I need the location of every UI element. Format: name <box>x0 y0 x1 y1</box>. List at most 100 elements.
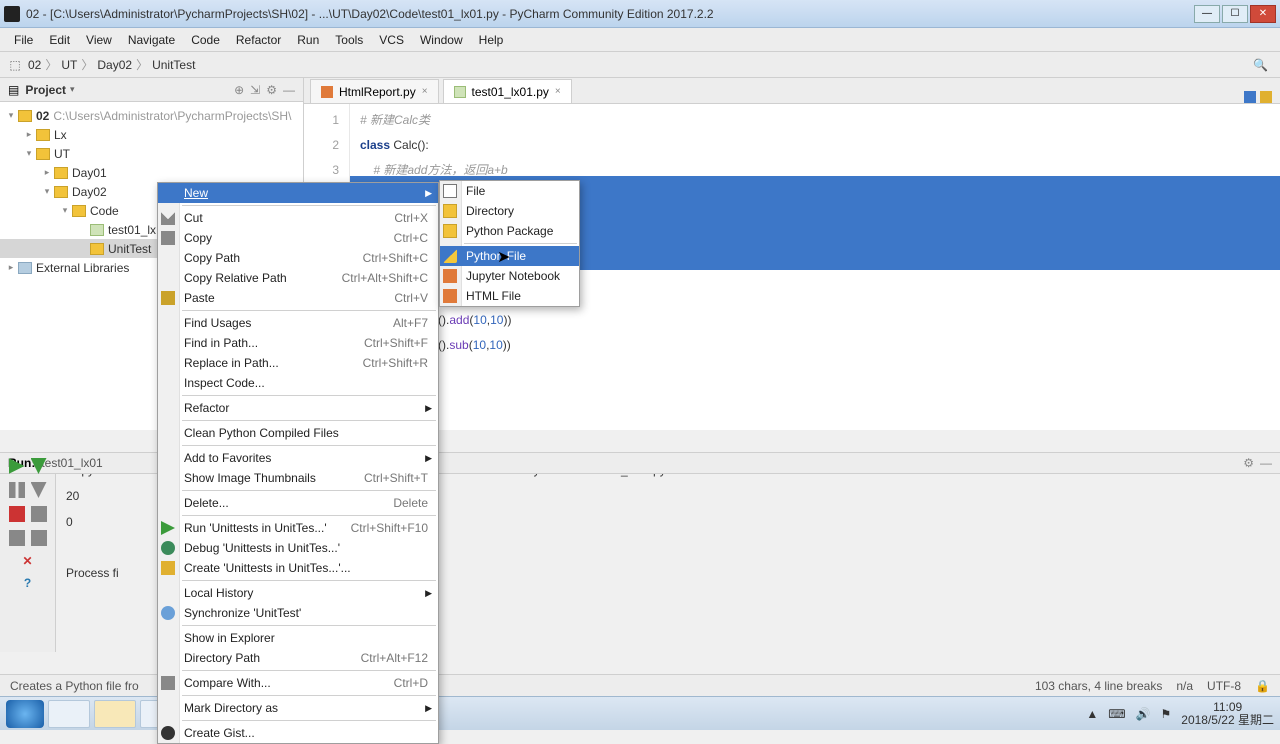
tree-day01[interactable]: Day01 <box>72 166 107 180</box>
gear-icon[interactable]: ⚙ <box>1243 456 1254 470</box>
yellow-icon[interactable] <box>1260 91 1272 103</box>
status-encoding[interactable]: UTF-8 <box>1207 679 1241 693</box>
menu-window[interactable]: Window <box>412 30 471 50</box>
target-icon[interactable]: ⊕ <box>234 83 244 97</box>
back-icon[interactable]: ⬚ <box>6 56 24 74</box>
ctx-replace-in-path[interactable]: Replace in Path...Ctrl+Shift+R <box>158 353 438 373</box>
clock[interactable]: 11:092018/5/22 星期二 <box>1181 701 1274 727</box>
ctx-copy-path[interactable]: Copy PathCtrl+Shift+C <box>158 248 438 268</box>
run-config-name[interactable]: test01_lx01 <box>41 456 102 470</box>
crumb-0[interactable]: 02 <box>28 58 41 72</box>
tree-day02[interactable]: Day02 <box>72 185 107 199</box>
wrap-icon[interactable] <box>31 506 47 522</box>
tray-up-icon[interactable]: ▲ <box>1086 707 1098 721</box>
ctx-compare-with[interactable]: Compare With...Ctrl+D <box>158 673 438 693</box>
tree-root[interactable]: 02 <box>36 109 49 123</box>
new-html-file[interactable]: HTML File <box>440 286 579 306</box>
breadcrumb-bar: ⬚ 02 〉 UT 〉 Day02 〉 UnitTest 🔍 <box>0 52 1280 78</box>
menu-file[interactable]: File <box>6 30 41 50</box>
ctx-clean-compiled[interactable]: Clean Python Compiled Files <box>158 423 438 443</box>
hide-icon[interactable]: — <box>283 83 295 97</box>
tab-htmlreport[interactable]: HtmlReport.py× <box>310 79 439 103</box>
menu-edit[interactable]: Edit <box>41 30 78 50</box>
menu-vcs[interactable]: VCS <box>371 30 412 50</box>
taskbar-chrome[interactable] <box>94 700 136 728</box>
system-tray[interactable]: ▲ ⌨ 🔊 ⚑ 11:092018/5/22 星期二 <box>1086 701 1274 727</box>
ctx-run-unittests[interactable]: Run 'Unittests in UnitTes...'Ctrl+Shift+… <box>158 518 438 538</box>
crumb-1[interactable]: UT <box>61 58 77 72</box>
new-jupyter-notebook[interactable]: Jupyter Notebook <box>440 266 579 286</box>
tree-code[interactable]: Code <box>90 204 119 218</box>
collapse-icon[interactable]: ⇲ <box>250 83 260 97</box>
blue-icon[interactable] <box>1244 91 1256 103</box>
menu-refactor[interactable]: Refactor <box>228 30 289 50</box>
taskbar-explorer[interactable] <box>48 700 90 728</box>
ctx-copy-relative-path[interactable]: Copy Relative PathCtrl+Alt+Shift+C <box>158 268 438 288</box>
ctx-cut[interactable]: CutCtrl+X <box>158 208 438 228</box>
chevron-down-icon[interactable]: ▾ <box>70 84 75 95</box>
search-icon[interactable]: 🔍 <box>1253 58 1268 72</box>
ctx-create-unittests[interactable]: Create 'Unittests in UnitTes...'... <box>158 558 438 578</box>
crumb-2[interactable]: Day02 <box>97 58 132 72</box>
maximize-button[interactable]: ☐ <box>1222 5 1248 23</box>
ctx-inspect-code[interactable]: Inspect Code... <box>158 373 438 393</box>
ctx-find-usages[interactable]: Find UsagesAlt+F7 <box>158 313 438 333</box>
sidebar-label[interactable]: Project <box>25 83 66 97</box>
tree-lx[interactable]: Lx <box>54 128 67 142</box>
package-icon <box>443 224 457 238</box>
minimize-button[interactable]: — <box>1194 5 1220 23</box>
menu-tools[interactable]: Tools <box>327 30 371 50</box>
new-python-file[interactable]: Python File <box>440 246 579 266</box>
menu-code[interactable]: Code <box>183 30 228 50</box>
close-icon[interactable]: ✕ <box>22 554 32 568</box>
print-icon[interactable] <box>9 530 25 546</box>
new-file[interactable]: File <box>440 181 579 201</box>
new-python-package[interactable]: Python Package <box>440 221 579 241</box>
close-button[interactable]: ✕ <box>1250 5 1276 23</box>
menu-view[interactable]: View <box>78 30 120 50</box>
ctx-show-explorer[interactable]: Show in Explorer <box>158 628 438 648</box>
menu-navigate[interactable]: Navigate <box>120 30 183 50</box>
new-directory[interactable]: Directory <box>440 201 579 221</box>
menu-help[interactable]: Help <box>471 30 512 50</box>
ctx-new[interactable]: New▶ <box>158 183 438 203</box>
ctx-show-thumbnails[interactable]: Show Image ThumbnailsCtrl+Shift+T <box>158 468 438 488</box>
ctx-paste[interactable]: PasteCtrl+V <box>158 288 438 308</box>
down-icon[interactable] <box>31 482 47 498</box>
ctx-create-gist[interactable]: Create Gist... <box>158 723 438 743</box>
hide-icon[interactable]: — <box>1260 456 1272 470</box>
ctx-mark-directory[interactable]: Mark Directory as▶ <box>158 698 438 718</box>
trash-icon[interactable] <box>31 530 47 546</box>
help-icon[interactable]: ? <box>24 576 31 590</box>
close-icon[interactable]: × <box>555 86 561 97</box>
paste-icon <box>161 291 175 305</box>
ctx-local-history[interactable]: Local History▶ <box>158 583 438 603</box>
ctx-refactor[interactable]: Refactor▶ <box>158 398 438 418</box>
lock-icon[interactable]: 🔒 <box>1255 679 1270 693</box>
ctx-find-in-path[interactable]: Find in Path...Ctrl+Shift+F <box>158 333 438 353</box>
ctx-copy[interactable]: CopyCtrl+C <box>158 228 438 248</box>
jupyter-icon <box>443 269 457 283</box>
ctx-delete[interactable]: Delete...Delete <box>158 493 438 513</box>
stop-icon[interactable] <box>9 506 25 522</box>
ctx-directory-path[interactable]: Directory PathCtrl+Alt+F12 <box>158 648 438 668</box>
menu-run[interactable]: Run <box>289 30 327 50</box>
tree-unittest[interactable]: UnitTest <box>108 242 151 256</box>
project-dropdown-icon[interactable]: ▤ <box>8 83 19 97</box>
tree-test01[interactable]: test01_lx <box>108 223 156 237</box>
tab-test01[interactable]: test01_lx01.py× <box>443 79 572 103</box>
tray-volume-icon[interactable]: 🔊 <box>1136 707 1151 721</box>
ctx-synchronize[interactable]: Synchronize 'UnitTest' <box>158 603 438 623</box>
run-toolbar: ✕ ? <box>0 452 56 652</box>
gear-icon[interactable]: ⚙ <box>266 83 277 97</box>
close-icon[interactable]: × <box>422 86 428 97</box>
tree-ut[interactable]: UT <box>54 147 70 161</box>
ctx-add-favorites[interactable]: Add to Favorites▶ <box>158 448 438 468</box>
ctx-debug-unittests[interactable]: Debug 'Unittests in UnitTes...' <box>158 538 438 558</box>
tree-external-libraries[interactable]: External Libraries <box>36 261 129 275</box>
pause-icon[interactable] <box>9 482 25 498</box>
start-button[interactable] <box>6 700 44 728</box>
tray-ime-icon[interactable]: ⌨ <box>1108 707 1125 721</box>
tray-flag-icon[interactable]: ⚑ <box>1161 707 1172 721</box>
crumb-3[interactable]: UnitTest <box>152 58 195 72</box>
